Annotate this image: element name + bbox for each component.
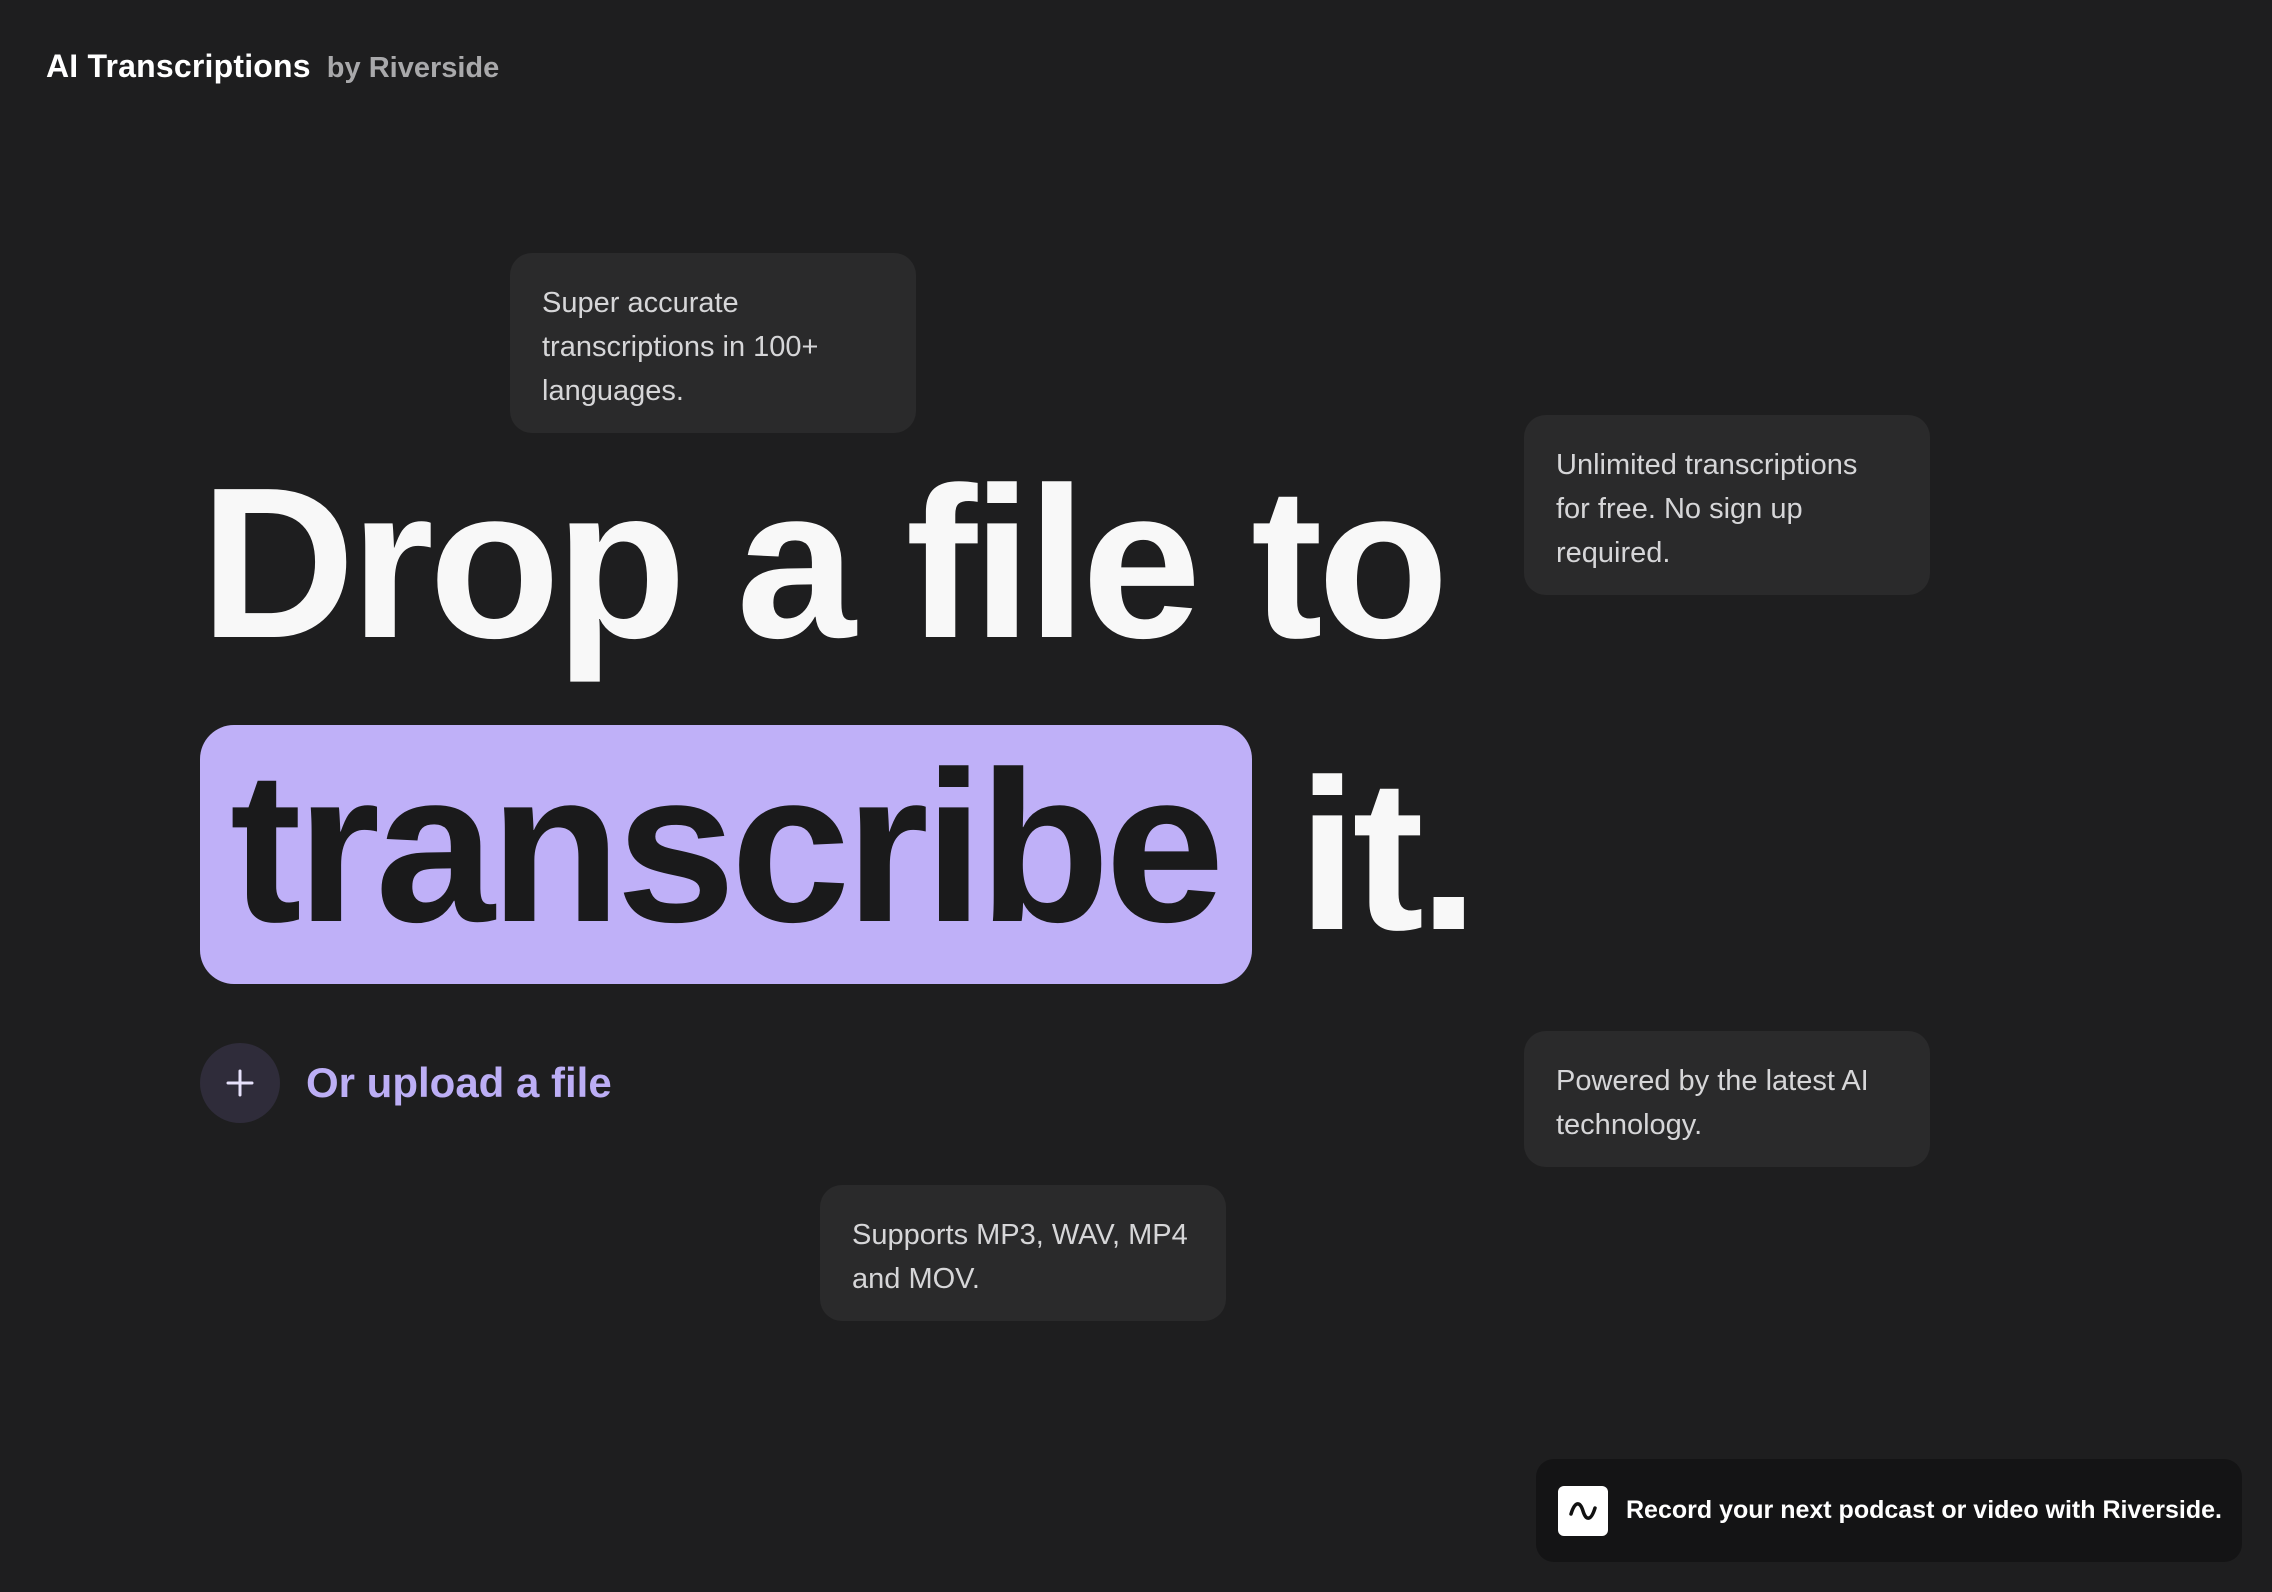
feature-card-unlimited: Unlimited transcriptions for free. No si…	[1524, 415, 1930, 595]
headline-line-1: Drop a file to	[200, 442, 1449, 683]
feature-card-ai: Powered by the latest AI technology.	[1524, 1031, 1930, 1167]
headline-line-2: transcribe it.	[200, 725, 1479, 984]
promo-text: Record your next podcast or video with R…	[1626, 1496, 2222, 1524]
riverside-promo-banner[interactable]: Record your next podcast or video with R…	[1536, 1459, 2242, 1562]
feature-card-text: Powered by the latest AI technology.	[1556, 1065, 1869, 1141]
brand-title: AI Transcriptions	[46, 48, 311, 84]
upload-file-label[interactable]: Or upload a file	[306, 1059, 612, 1107]
upload-file-button[interactable]: Or upload a file	[200, 1043, 612, 1123]
brand-subtitle: by Riverside	[326, 52, 500, 84]
riverside-wave-icon	[1558, 1485, 1608, 1536]
headline-highlight: transcribe	[200, 725, 1252, 984]
feature-card-text: Super accurate transcriptions in 100+ la…	[542, 287, 819, 407]
feature-card-formats: Supports MP3, WAV, MP4 and MOV.	[820, 1185, 1226, 1321]
page: AI Transcriptions by Riverside Super acc…	[0, 0, 2272, 1592]
headline-trailing: it.	[1297, 734, 1479, 975]
feature-card-text: Unlimited transcriptions for free. No si…	[1556, 449, 1858, 569]
plus-icon[interactable]	[200, 1043, 280, 1123]
feature-card-languages: Super accurate transcriptions in 100+ la…	[510, 253, 916, 433]
feature-card-text: Supports MP3, WAV, MP4 and MOV.	[852, 1219, 1188, 1295]
brand[interactable]: AI Transcriptions by Riverside	[46, 48, 499, 85]
